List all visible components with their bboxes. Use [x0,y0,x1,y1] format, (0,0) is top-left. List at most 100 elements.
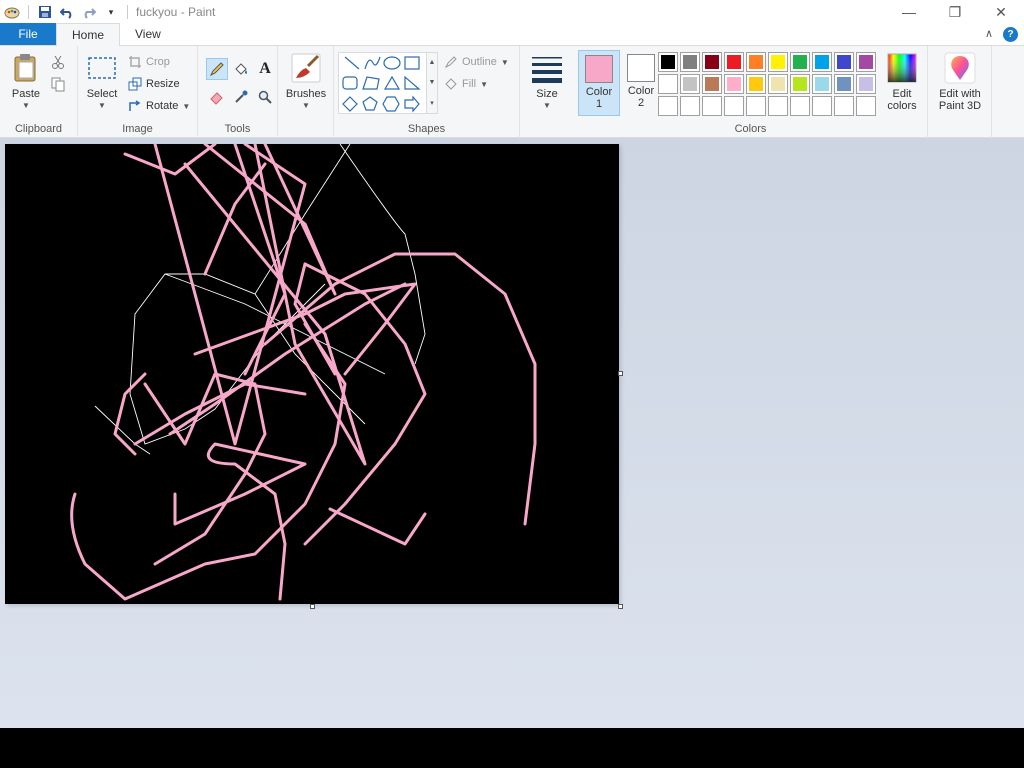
palette-color-fill [859,99,873,113]
palette-color-fill [661,55,675,69]
palette-color-swatch[interactable] [812,52,832,72]
palette-color-swatch[interactable] [746,74,766,94]
expand-gallery-icon[interactable]: ▾ [430,99,434,107]
palette-color-swatch[interactable] [680,52,700,72]
fill-tool[interactable] [230,58,252,80]
palette-color-swatch[interactable] [724,52,744,72]
chevron-down-icon: ▼ [543,101,551,110]
tools-group: A Tools [198,46,278,138]
palette-color-swatch[interactable] [658,96,678,116]
brushes-group: Brushes ▼ [278,46,334,138]
paint-app-icon[interactable] [4,4,20,20]
palette-color-swatch[interactable] [658,52,678,72]
resize-handle-bottom[interactable] [310,604,315,609]
palette-color-swatch[interactable] [658,74,678,94]
close-button[interactable]: ✕ [978,0,1024,24]
rounded-rectangle-shape-icon [342,76,358,90]
customize-toolbar-icon[interactable]: ▾ [103,4,119,20]
minimize-button[interactable]: — [886,0,932,24]
redo-icon[interactable] [81,4,97,20]
right-triangle-shape-icon [404,75,421,90]
pencil-tool[interactable] [206,58,228,80]
size-button[interactable]: Size ▼ [528,52,566,112]
rotate-button[interactable]: Rotate ▼ [128,96,190,116]
drawing-canvas[interactable] [5,144,619,604]
palette-color-swatch[interactable] [768,74,788,94]
edit-colors-button[interactable]: Edit colors [884,52,920,112]
palette-color-swatch[interactable] [680,74,700,94]
text-a-icon: A [259,60,271,77]
palette-color-swatch[interactable] [790,96,810,116]
window-controls: — ❐ ✕ [886,0,1024,24]
palette-color-fill [859,77,873,91]
palette-color-swatch[interactable] [724,74,744,94]
brushes-button[interactable]: Brushes ▼ [284,52,328,112]
save-icon[interactable] [37,4,53,20]
help-icon[interactable]: ? [1003,27,1018,42]
paste-button[interactable]: Paste ▼ [6,52,46,112]
tab-file[interactable]: File [0,23,56,45]
cut-button[interactable] [50,52,66,72]
palette-color-swatch[interactable] [702,96,722,116]
color-1-selector[interactable]: Color 1 [578,50,620,116]
resize-button[interactable]: Resize [128,74,180,94]
palette-color-swatch[interactable] [746,96,766,116]
palette-color-swatch[interactable] [702,52,722,72]
rotate-label: Rotate [146,100,179,112]
chevron-down-icon: ▼ [500,57,509,67]
palette-color-swatch[interactable] [812,74,832,94]
fill-button[interactable]: Fill ▼ [444,74,488,94]
color-picker-tool[interactable] [230,86,252,108]
resize-icon [128,77,142,91]
collapse-ribbon-icon[interactable]: ∧ [985,27,993,42]
palette-color-swatch[interactable] [834,96,854,116]
palette-color-swatch[interactable] [856,74,876,94]
palette-color-swatch[interactable] [834,52,854,72]
outline-button[interactable]: Outline ▼ [444,52,509,72]
palette-color-fill [793,99,807,113]
palette-color-fill [771,55,785,69]
palette-color-swatch[interactable] [856,52,876,72]
palette-color-swatch[interactable] [812,96,832,116]
fill-label: Fill [462,78,477,90]
text-tool[interactable]: A [254,58,276,80]
scroll-down-icon[interactable]: ▼ [429,79,436,86]
tab-view[interactable]: View [120,23,176,45]
chevron-down-icon: ▼ [22,101,30,110]
color-1-swatch [585,55,613,83]
palette-color-swatch[interactable] [790,74,810,94]
palette-color-swatch[interactable] [702,74,722,94]
colors-group-label: Colors [734,123,767,135]
eraser-tool[interactable] [206,86,228,108]
palette-color-swatch[interactable] [768,52,788,72]
palette-color-fill [815,55,829,69]
tab-home[interactable]: Home [56,23,121,46]
shapes-scrollbar[interactable]: ▲ ▼ ▾ [426,52,438,114]
palette-color-swatch[interactable] [790,52,810,72]
scroll-up-icon[interactable]: ▲ [429,59,436,66]
crop-button[interactable]: Crop [128,52,170,72]
palette-color-fill [727,77,741,91]
resize-handle-corner[interactable] [618,604,623,609]
tools-grid: A [206,58,278,108]
palette-color-swatch[interactable] [724,96,744,116]
palette-color-fill [793,77,807,91]
edit-with-paint3d-button[interactable]: Edit with Paint 3D [932,52,988,112]
palette-color-fill [859,55,873,69]
palette-color-swatch[interactable] [834,74,854,94]
palette-color-swatch[interactable] [856,96,876,116]
color-2-selector[interactable]: Color 2 [620,50,662,116]
palette-color-swatch[interactable] [680,96,700,116]
magnifier-tool[interactable] [254,86,276,108]
select-button[interactable]: Select ▼ [84,52,120,112]
palette-color-swatch[interactable] [746,52,766,72]
eraser-icon [210,92,223,105]
palette-color-swatch[interactable] [768,96,788,116]
shapes-gallery [338,52,430,114]
canvas-workspace[interactable] [0,138,1024,728]
undo-icon[interactable] [59,4,75,20]
restore-button[interactable]: ❐ [932,0,978,24]
palette-color-fill [727,55,741,69]
resize-handle-right[interactable] [618,371,623,376]
copy-button[interactable] [50,74,66,94]
